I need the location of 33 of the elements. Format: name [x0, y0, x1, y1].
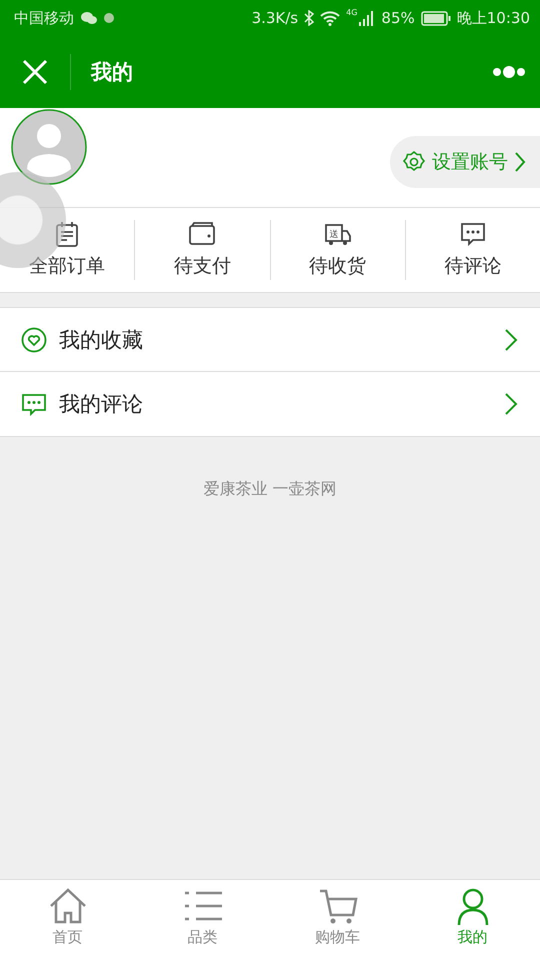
close-button[interactable] — [22, 59, 48, 85]
wallet-icon — [188, 221, 216, 247]
bluetooth-icon — [304, 10, 314, 26]
order-status-button[interactable]: 待评论 — [406, 221, 540, 279]
tab-bar-item[interactable]: 购物车 — [270, 880, 405, 960]
comment-icon — [21, 391, 47, 417]
network-text: 4G — [346, 8, 358, 17]
time-text: 晚上10:30 — [456, 8, 530, 28]
home-icon — [48, 888, 88, 926]
tab-bar-item[interactable]: 品类 — [135, 880, 270, 960]
gear-icon — [402, 150, 426, 174]
order-status-button[interactable]: 待支付 — [135, 221, 270, 279]
menu-item[interactable]: 我的评论 — [0, 372, 540, 436]
battery-text: 85% — [381, 9, 415, 27]
carrier-text: 中国移动 — [14, 8, 74, 28]
wifi-icon — [320, 10, 340, 26]
signal-icon — [359, 10, 376, 26]
chat-icon — [80, 11, 98, 25]
chevron-icon — [504, 392, 518, 416]
more-button[interactable] — [492, 66, 526, 78]
comment-icon — [458, 221, 487, 247]
dot-icon — [104, 13, 114, 23]
chevron-icon — [514, 150, 526, 172]
chevron-icon — [504, 328, 518, 352]
tab-bar-item[interactable]: 我的 — [405, 880, 540, 960]
footer-text: 爱康茶业 一壶茶网 — [203, 479, 337, 500]
order-status-button[interactable]: 送 待收货 — [270, 221, 405, 279]
speed-text: 3.3K/s — [252, 9, 298, 27]
battery-icon — [420, 10, 451, 26]
cart-icon — [318, 888, 358, 926]
tab-bar-item[interactable]: 首页 — [0, 880, 135, 960]
menu-item[interactable]: 我的收藏 — [0, 308, 540, 372]
page-title: 我的 — [91, 59, 133, 86]
